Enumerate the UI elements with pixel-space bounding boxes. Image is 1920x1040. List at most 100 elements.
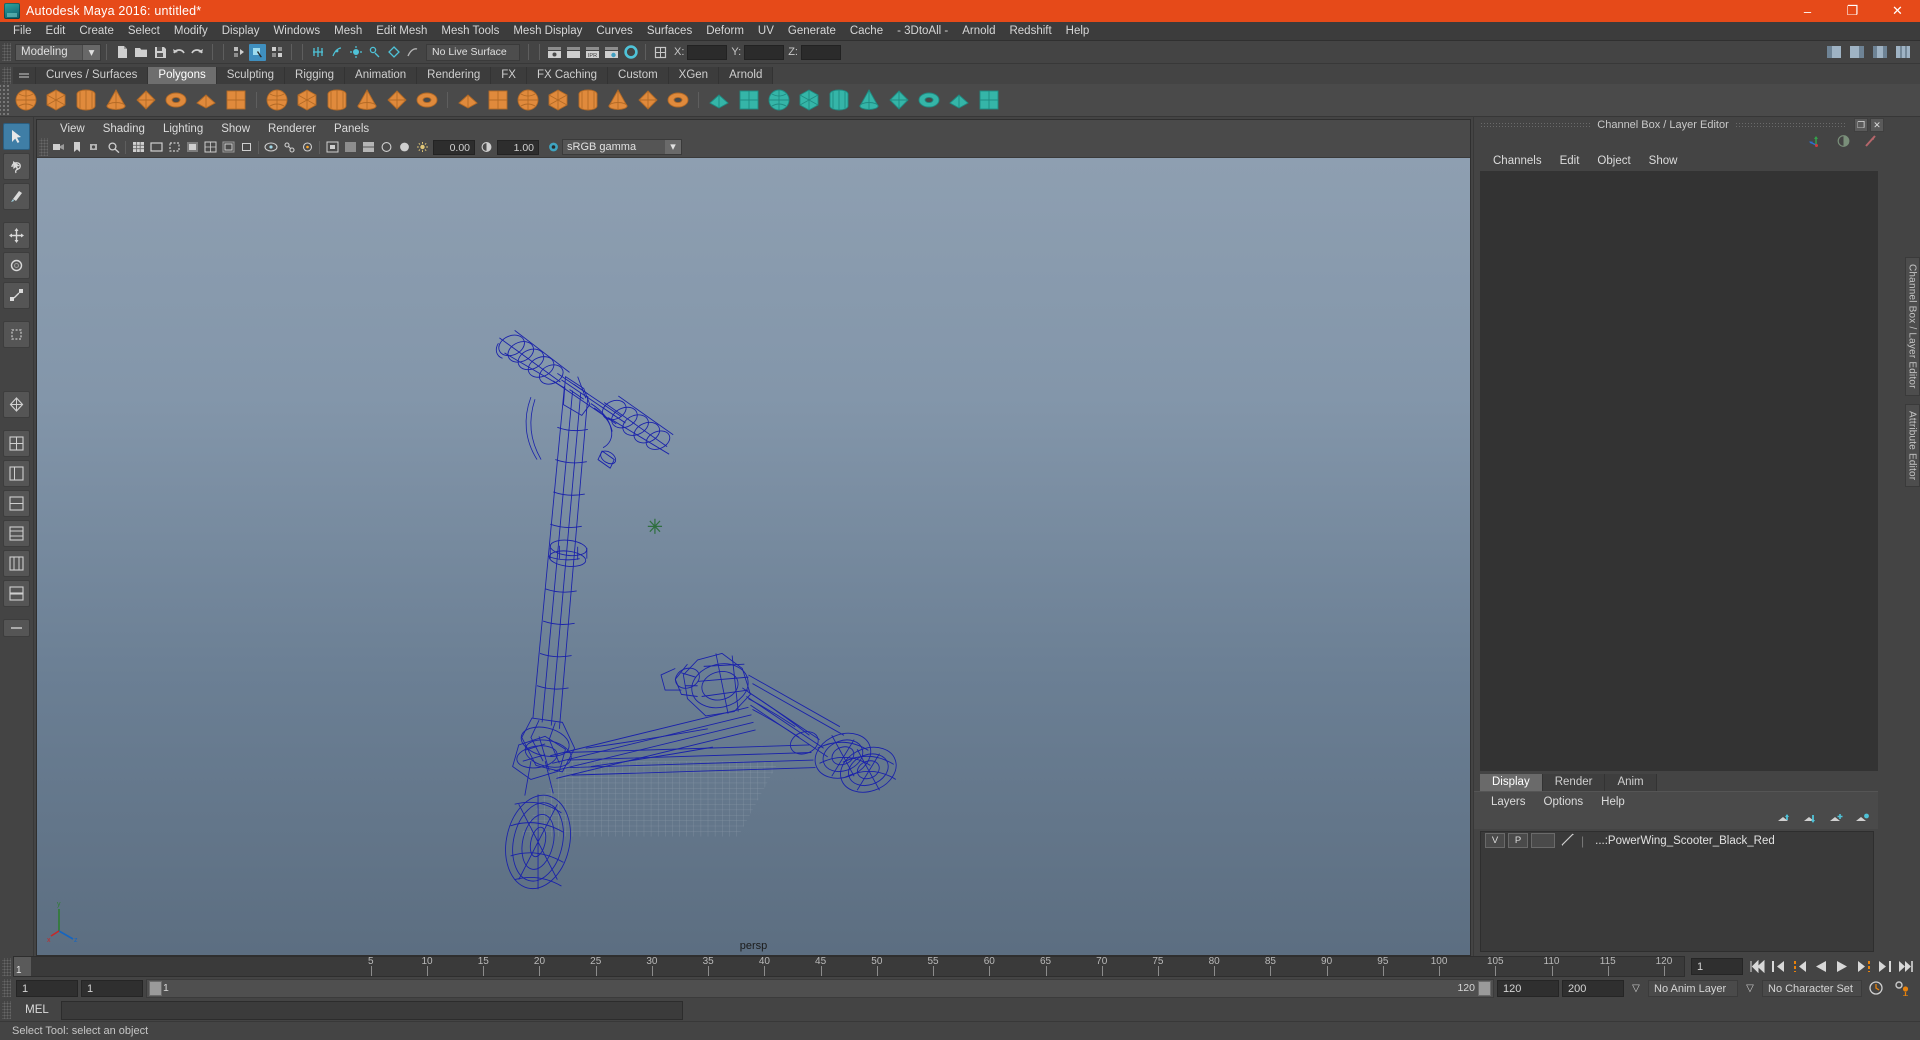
poly-torus-icon[interactable]	[133, 87, 159, 113]
hypershade-icon[interactable]	[622, 44, 639, 61]
menu-mesh-display[interactable]: Mesh Display	[506, 22, 589, 40]
ipr-render-icon[interactable]: IPR	[584, 44, 601, 61]
panel-drag-dots[interactable]	[1734, 121, 1846, 129]
quick-layout-hypershade-button[interactable]	[3, 520, 30, 547]
layer-playback-toggle[interactable]: P	[1508, 833, 1528, 848]
x-coord-field[interactable]	[687, 44, 728, 60]
go-to-end-icon[interactable]	[1896, 959, 1914, 975]
time-slider-grip[interactable]	[2, 957, 11, 976]
panel-toolbar-grip[interactable]	[39, 138, 48, 156]
snap-point-icon[interactable]	[347, 44, 364, 61]
poly-crease-icon[interactable]	[946, 87, 972, 113]
step-forward-key-icon[interactable]	[1854, 959, 1872, 975]
perspective-viewport[interactable]: y z x persp	[37, 158, 1470, 955]
z-coord-field[interactable]	[800, 44, 841, 60]
select-object-icon[interactable]	[249, 43, 266, 61]
menu-curves[interactable]: Curves	[589, 22, 639, 40]
layer-menu-options[interactable]: Options	[1535, 796, 1593, 808]
current-frame-field[interactable]: 1	[1691, 958, 1743, 975]
quick-layout-extra-button[interactable]	[3, 580, 30, 607]
quick-layout-four-button[interactable]	[3, 430, 30, 457]
step-back-key-icon[interactable]	[1791, 959, 1809, 975]
range-slider-grip[interactable]	[2, 979, 11, 997]
panel-menu-renderer[interactable]: Renderer	[259, 123, 325, 135]
menu-mesh-tools[interactable]: Mesh Tools	[434, 22, 506, 40]
layer-list[interactable]: V P | ...:PowerWing_Scooter_Black_Red	[1480, 831, 1874, 952]
maximize-button[interactable]: ❐	[1830, 0, 1875, 22]
poly-bevel-icon[interactable]	[485, 87, 511, 113]
select-camera-icon[interactable]	[51, 139, 67, 155]
menu-deform[interactable]: Deform	[699, 22, 751, 40]
channelbox-menu-show[interactable]: Show	[1640, 155, 1687, 167]
y-coord-field[interactable]	[744, 44, 785, 60]
move-layer-up-icon[interactable]	[1776, 813, 1792, 828]
panel-menu-panels[interactable]: Panels	[325, 123, 378, 135]
menu-modify[interactable]: Modify	[167, 22, 215, 40]
anim-layer-chevron-icon[interactable]: ▽	[1627, 983, 1645, 994]
panel-menu-shading[interactable]: Shading	[94, 123, 154, 135]
poly-cone-icon[interactable]	[103, 87, 129, 113]
menu-mesh[interactable]: Mesh	[327, 22, 369, 40]
poly-cut-faces-icon[interactable]	[976, 87, 1002, 113]
xray-icon[interactable]	[263, 139, 279, 155]
menu-create[interactable]: Create	[72, 22, 121, 40]
make-live-icon[interactable]	[404, 44, 421, 61]
panel-menu-lighting[interactable]: Lighting	[154, 123, 212, 135]
undock-panel-button[interactable]: ❐	[1854, 118, 1868, 132]
layer-shading-toggle[interactable]	[1531, 833, 1555, 848]
animation-preferences-icon[interactable]	[1890, 980, 1914, 996]
quick-layout-outliner-button[interactable]	[3, 550, 30, 577]
character-set-selector[interactable]: No Character Set	[1762, 979, 1862, 997]
exposure-field[interactable]: 0.00	[433, 139, 475, 155]
select-hierarchy-icon[interactable]	[230, 44, 247, 61]
shelf-tab-rigging[interactable]: Rigging	[285, 67, 346, 84]
paint-select-tool-button[interactable]	[3, 183, 30, 210]
layer-menu-layers[interactable]: Layers	[1482, 796, 1535, 808]
menu-select[interactable]: Select	[121, 22, 167, 40]
menu-edit-mesh[interactable]: Edit Mesh	[369, 22, 434, 40]
menu-redshift[interactable]: Redshift	[1002, 22, 1058, 40]
range-end-handle[interactable]	[1478, 980, 1491, 996]
go-to-start-icon[interactable]	[1749, 959, 1767, 975]
move-layer-down-icon[interactable]	[1802, 813, 1818, 828]
current-time-indicator[interactable]: 1	[14, 957, 31, 976]
scale-tool-button[interactable]	[3, 282, 30, 309]
menu-3dtoall[interactable]: - 3DtoAll -	[890, 22, 955, 40]
statusline-grip[interactable]	[2, 43, 11, 61]
layer-tab-anim[interactable]: Anim	[1605, 774, 1657, 791]
panel-drag-dots[interactable]	[1480, 121, 1592, 129]
anim-layer-selector[interactable]: No Anim Layer	[1648, 979, 1738, 997]
poly-uv-layout-icon[interactable]	[796, 87, 822, 113]
menu-help[interactable]: Help	[1059, 22, 1097, 40]
color-management-icon[interactable]	[545, 139, 561, 155]
snap-curve-icon[interactable]	[328, 44, 345, 61]
range-end-time-field[interactable]: 120	[1497, 979, 1559, 997]
anim-start-time-field[interactable]: 1	[16, 979, 78, 997]
shelf-grip[interactable]	[2, 67, 11, 84]
shelf-tab-fx[interactable]: FX	[491, 67, 527, 84]
film-gate-icon[interactable]	[148, 139, 164, 155]
gamma-icon[interactable]	[478, 139, 494, 155]
shelf-tab-curves-surfaces[interactable]: Curves / Surfaces	[36, 67, 149, 84]
menu-cache[interactable]: Cache	[843, 22, 890, 40]
time-slider-track[interactable]: 1 5 10 15 20 25 30 35 40 45 50 55 60 65 70 75 80 85 90 95 1…	[13, 956, 1685, 977]
poly-disc-icon[interactable]	[193, 87, 219, 113]
resolution-gate-icon[interactable]	[166, 139, 182, 155]
gamma-field[interactable]: 1.00	[497, 139, 539, 155]
minimize-button[interactable]: –	[1785, 0, 1830, 22]
channel-box-content[interactable]	[1480, 171, 1878, 771]
play-forwards-icon[interactable]	[1833, 959, 1851, 975]
channelbox-menu-edit[interactable]: Edit	[1551, 155, 1589, 167]
layer-tab-display[interactable]: Display	[1480, 774, 1543, 791]
layer-visibility-toggle[interactable]: V	[1485, 833, 1505, 848]
two-d-pan-zoom-icon[interactable]	[105, 139, 121, 155]
viewport-toggle-a-icon[interactable]	[342, 139, 358, 155]
quick-layout-more-button[interactable]	[3, 619, 30, 637]
render-settings-icon[interactable]	[603, 44, 620, 61]
new-scene-icon[interactable]	[113, 44, 130, 61]
command-line-grip[interactable]	[2, 1001, 11, 1019]
poly-retopo-icon[interactable]	[706, 87, 732, 113]
poly-automatic-map-icon[interactable]	[916, 87, 942, 113]
quick-layout-persp-outliner-button[interactable]	[3, 460, 30, 487]
shelf-tab-rendering[interactable]: Rendering	[417, 67, 492, 84]
